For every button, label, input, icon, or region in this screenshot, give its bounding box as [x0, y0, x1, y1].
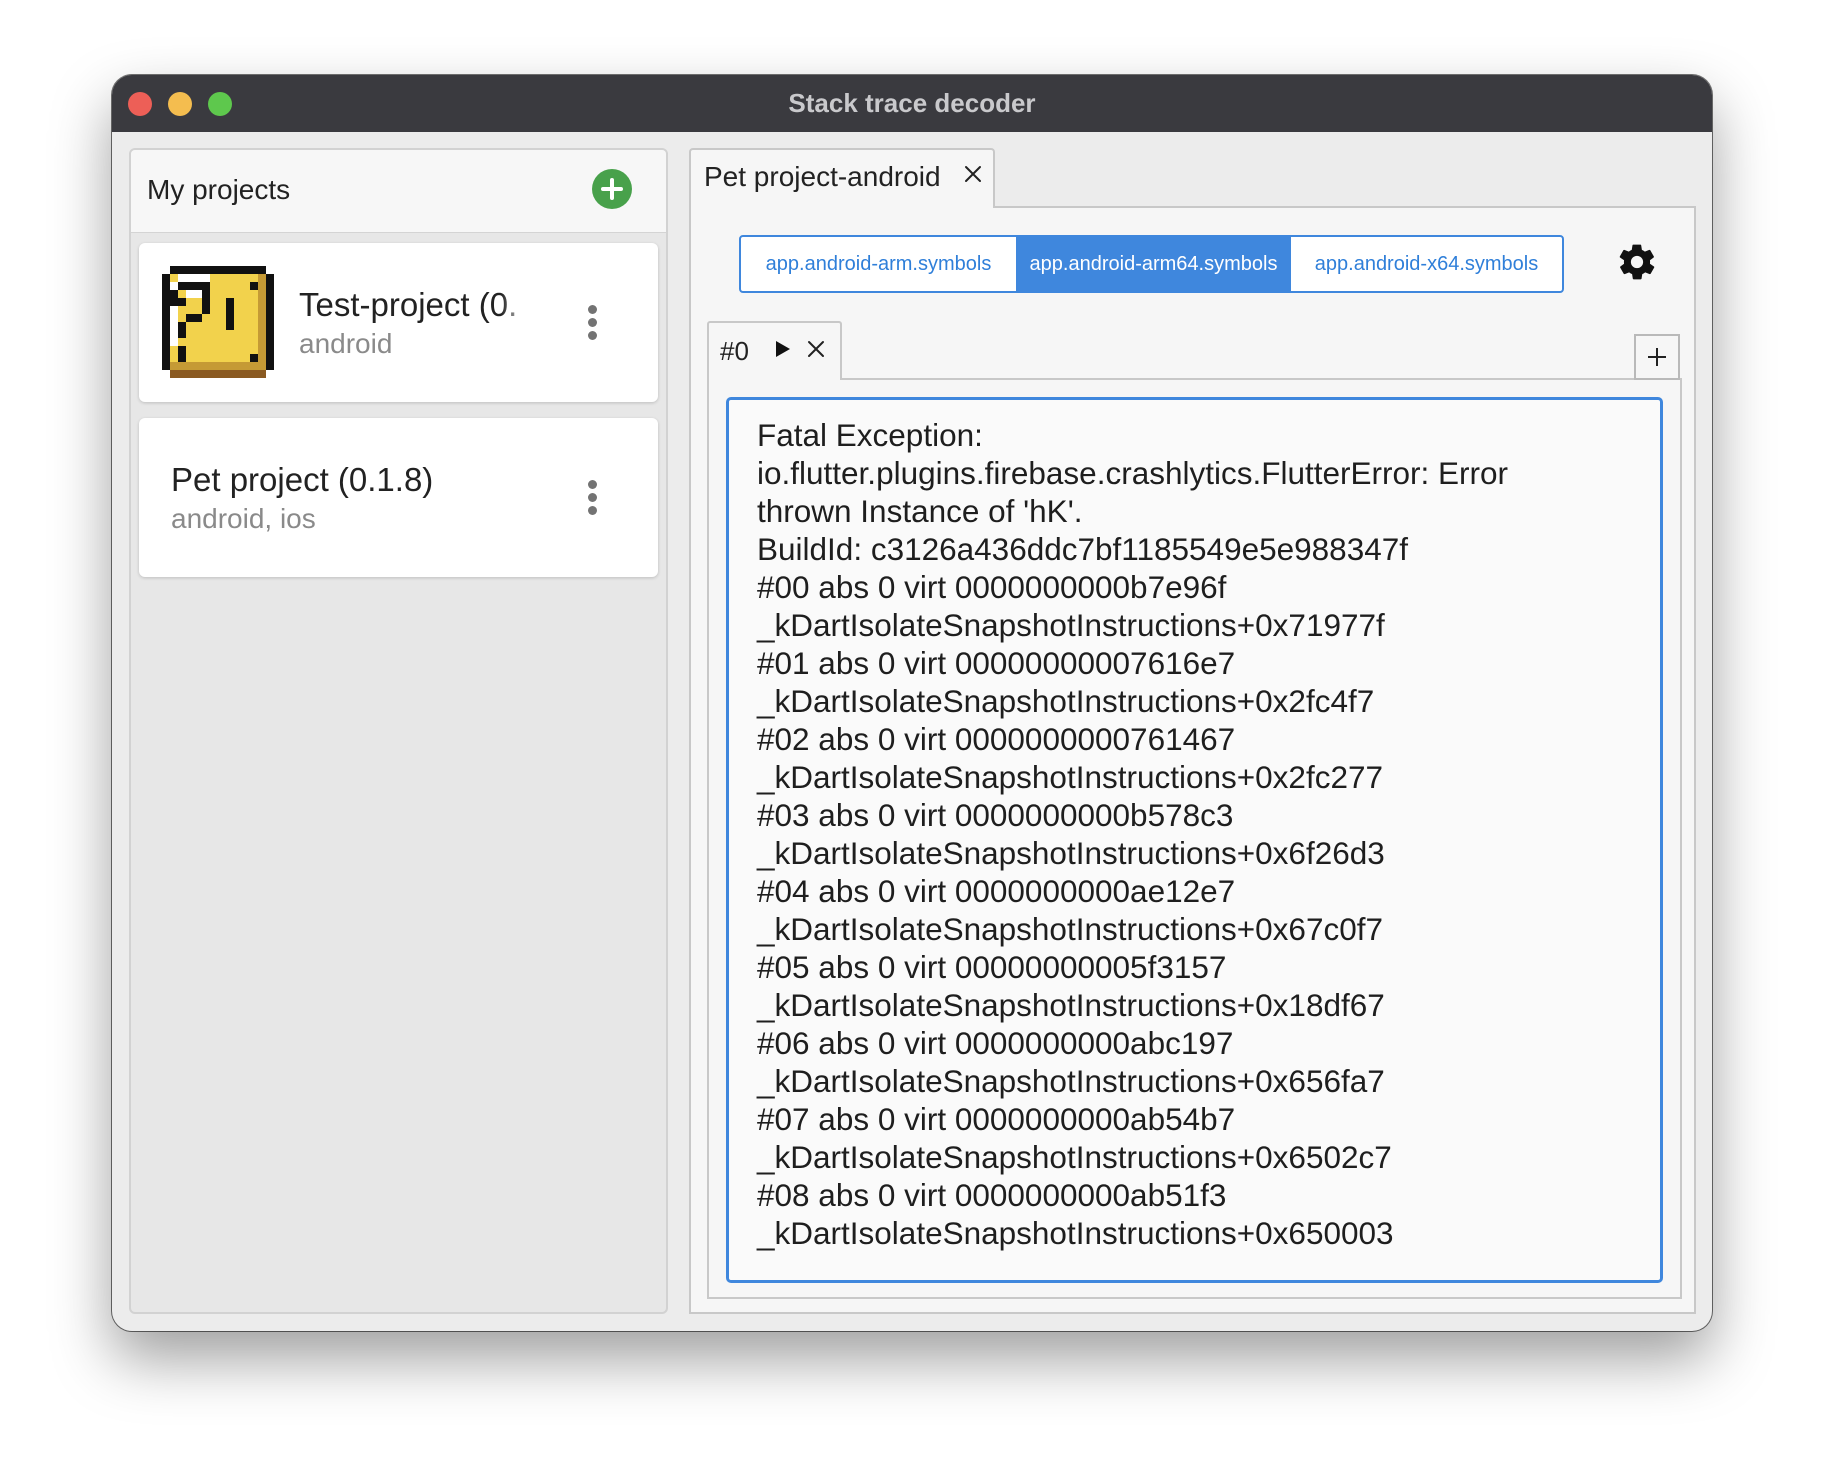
- tab-label: Pet project-android: [704, 161, 941, 192]
- trace-tab-label: #0: [720, 336, 749, 366]
- project-name: Pet project (0.1.8): [171, 461, 434, 498]
- play-icon[interactable]: [774, 339, 792, 359]
- more-vertical-icon[interactable]: [581, 305, 605, 341]
- project-content: app.android-arm.symbols app.android-arm6…: [689, 206, 1696, 1314]
- add-project-button[interactable]: [592, 169, 632, 209]
- project-platforms: android, ios: [171, 503, 316, 534]
- gear-icon[interactable]: [1616, 241, 1658, 283]
- projects-sidebar: My projects Test-project (0. android Pet…: [129, 148, 668, 1314]
- add-trace-button[interactable]: [1634, 334, 1680, 380]
- window-title: Stack trace decoder: [788, 88, 1036, 118]
- symbols-option-x64[interactable]: app.android-x64.symbols: [1291, 237, 1562, 291]
- desktop: Stack trace decoder My projects Test-pro…: [0, 0, 1824, 1480]
- project-platforms: android: [299, 328, 393, 359]
- pixel-question-block-icon: [162, 266, 274, 378]
- close-icon[interactable]: [806, 339, 826, 359]
- project-card-test-project[interactable]: Test-project (0. android: [139, 243, 658, 402]
- close-icon[interactable]: [961, 162, 985, 186]
- tab-pet-project-android[interactable]: Pet project-android: [689, 148, 995, 208]
- sidebar-title: My projects: [147, 174, 291, 205]
- project-card-pet-project[interactable]: Pet project (0.1.8) android, ios: [139, 418, 658, 577]
- trace-panel: Fatal Exception: io.flutter.plugins.fire…: [707, 378, 1682, 1299]
- symbols-option-arm[interactable]: app.android-arm.symbols: [741, 237, 1016, 291]
- symbols-selector: app.android-arm.symbols app.android-arm6…: [739, 235, 1564, 293]
- title-bar: Stack trace decoder: [112, 75, 1712, 132]
- main-panel: Pet project-android app.android-arm.symb…: [689, 148, 1696, 1314]
- more-vertical-icon[interactable]: [581, 480, 605, 516]
- stack-trace-input[interactable]: Fatal Exception: io.flutter.plugins.fire…: [726, 397, 1663, 1283]
- sidebar-header: My projects: [131, 150, 666, 233]
- app-window: Stack trace decoder My projects Test-pro…: [112, 75, 1712, 1331]
- symbols-option-arm64[interactable]: app.android-arm64.symbols: [1016, 237, 1291, 291]
- tab-trace-0[interactable]: #0: [707, 321, 842, 380]
- project-name: Test-project (0.: [299, 286, 518, 323]
